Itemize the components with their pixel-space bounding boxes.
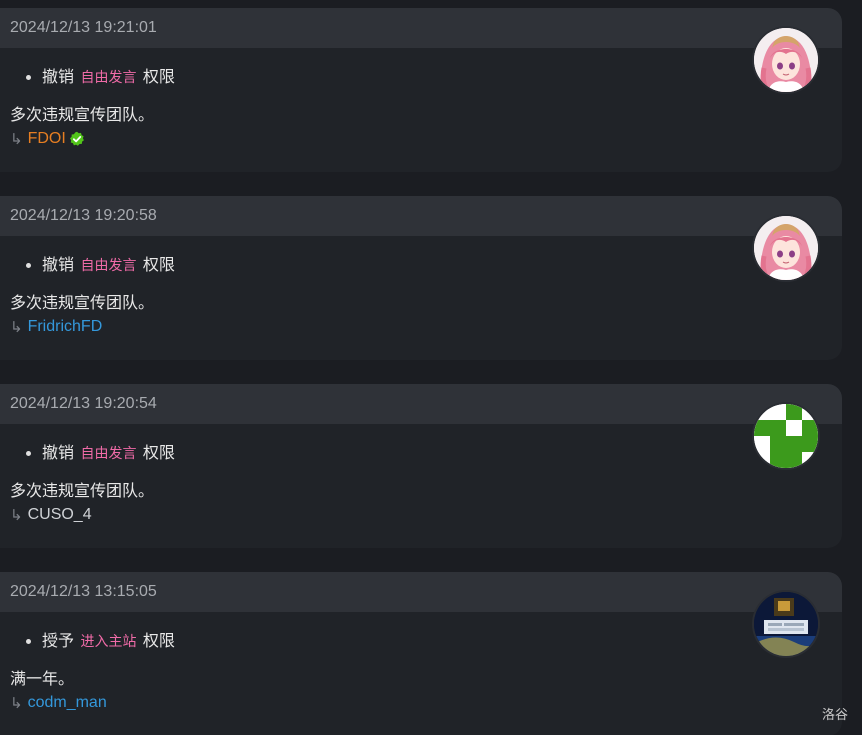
log-timestamp: 2024/12/13 19:20:58 [0,196,842,236]
return-arrow-icon: ↳ [10,506,23,524]
bullet-dot [26,639,31,644]
permission-list: 授予 进入主站 权限 [10,628,832,655]
log-timestamp: 2024/12/13 13:15:05 [0,572,842,612]
permission-change: 撤销 自由发言 权限 [26,440,832,467]
operator-link[interactable]: FDOI [28,127,66,151]
night-scene-avatar-icon [754,592,818,656]
log-card: 2024/12/13 19:21:01 撤销 自由发言 权限 多次违规宣传团队。… [0,8,842,172]
action-verb: 撤销 [42,445,75,462]
log-card: 2024/12/13 13:15:05 授予 进入主站 权限 满一年。 ↳ co… [0,572,842,735]
reason-text: 多次违规宣传团队。 [10,295,155,312]
user-avatar[interactable] [754,404,818,468]
reason-text: 满一年。 [10,671,75,688]
user-avatar[interactable] [754,28,818,92]
reason-text: 多次违规宣传团队。 [10,483,155,500]
user-avatar[interactable] [754,216,818,280]
green-pixel-avatar-icon [754,404,818,468]
permission-suffix: 权限 [142,69,175,86]
bullet-dot [26,263,31,268]
operator-line: ↳ FDOI [10,127,832,151]
permission-suffix: 权限 [142,257,175,274]
permission-suffix: 权限 [142,633,175,650]
bullet-dot [26,451,31,456]
user-avatar[interactable] [754,592,818,656]
permission-list: 撤销 自由发言 权限 [10,64,832,91]
permission-list: 撤销 自由发言 权限 [10,252,832,279]
operator-link[interactable]: FridrichFD [28,315,103,339]
permission-name: 自由发言 [80,257,137,273]
return-arrow-icon: ↳ [10,318,23,336]
permission-change: 授予 进入主站 权限 [26,628,832,655]
log-timestamp: 2024/12/13 19:21:01 [0,8,842,48]
bullet-dot [26,75,31,80]
action-verb: 授予 [42,633,75,650]
permission-name: 自由发言 [80,445,137,461]
log-timestamp: 2024/12/13 19:20:54 [0,384,842,424]
site-watermark: 洛谷 [821,707,848,722]
permission-list: 撤销 自由发言 权限 [10,440,832,467]
operator-line: ↳ codm_man [10,691,832,715]
permission-change: 撤销 自由发言 权限 [26,64,832,91]
permission-name: 进入主站 [80,633,137,649]
action-verb: 撤销 [42,69,75,86]
verified-badge-icon [69,131,84,146]
permission-suffix: 权限 [142,445,175,462]
operator-link[interactable]: codm_man [28,691,107,715]
permission-change: 撤销 自由发言 权限 [26,252,832,279]
permission-name: 自由发言 [80,69,137,85]
return-arrow-icon: ↳ [10,694,23,712]
operator-link[interactable]: CUSO_4 [28,503,92,527]
log-card: 2024/12/13 19:20:54 撤销 自由发言 权限 多次违规宣传团队。… [0,384,842,548]
anime-girl-avatar-icon [754,216,818,280]
reason-text: 多次违规宣传团队。 [10,107,155,124]
anime-girl-avatar-icon [754,28,818,92]
permission-log-feed: 2024/12/13 19:21:01 撤销 自由发言 权限 多次违规宣传团队。… [0,0,862,735]
action-verb: 撤销 [42,257,75,274]
return-arrow-icon: ↳ [10,130,23,148]
operator-line: ↳ CUSO_4 [10,503,832,527]
log-card: 2024/12/13 19:20:58 撤销 自由发言 权限 多次违规宣传团队。… [0,196,842,360]
operator-line: ↳ FridrichFD [10,315,832,339]
